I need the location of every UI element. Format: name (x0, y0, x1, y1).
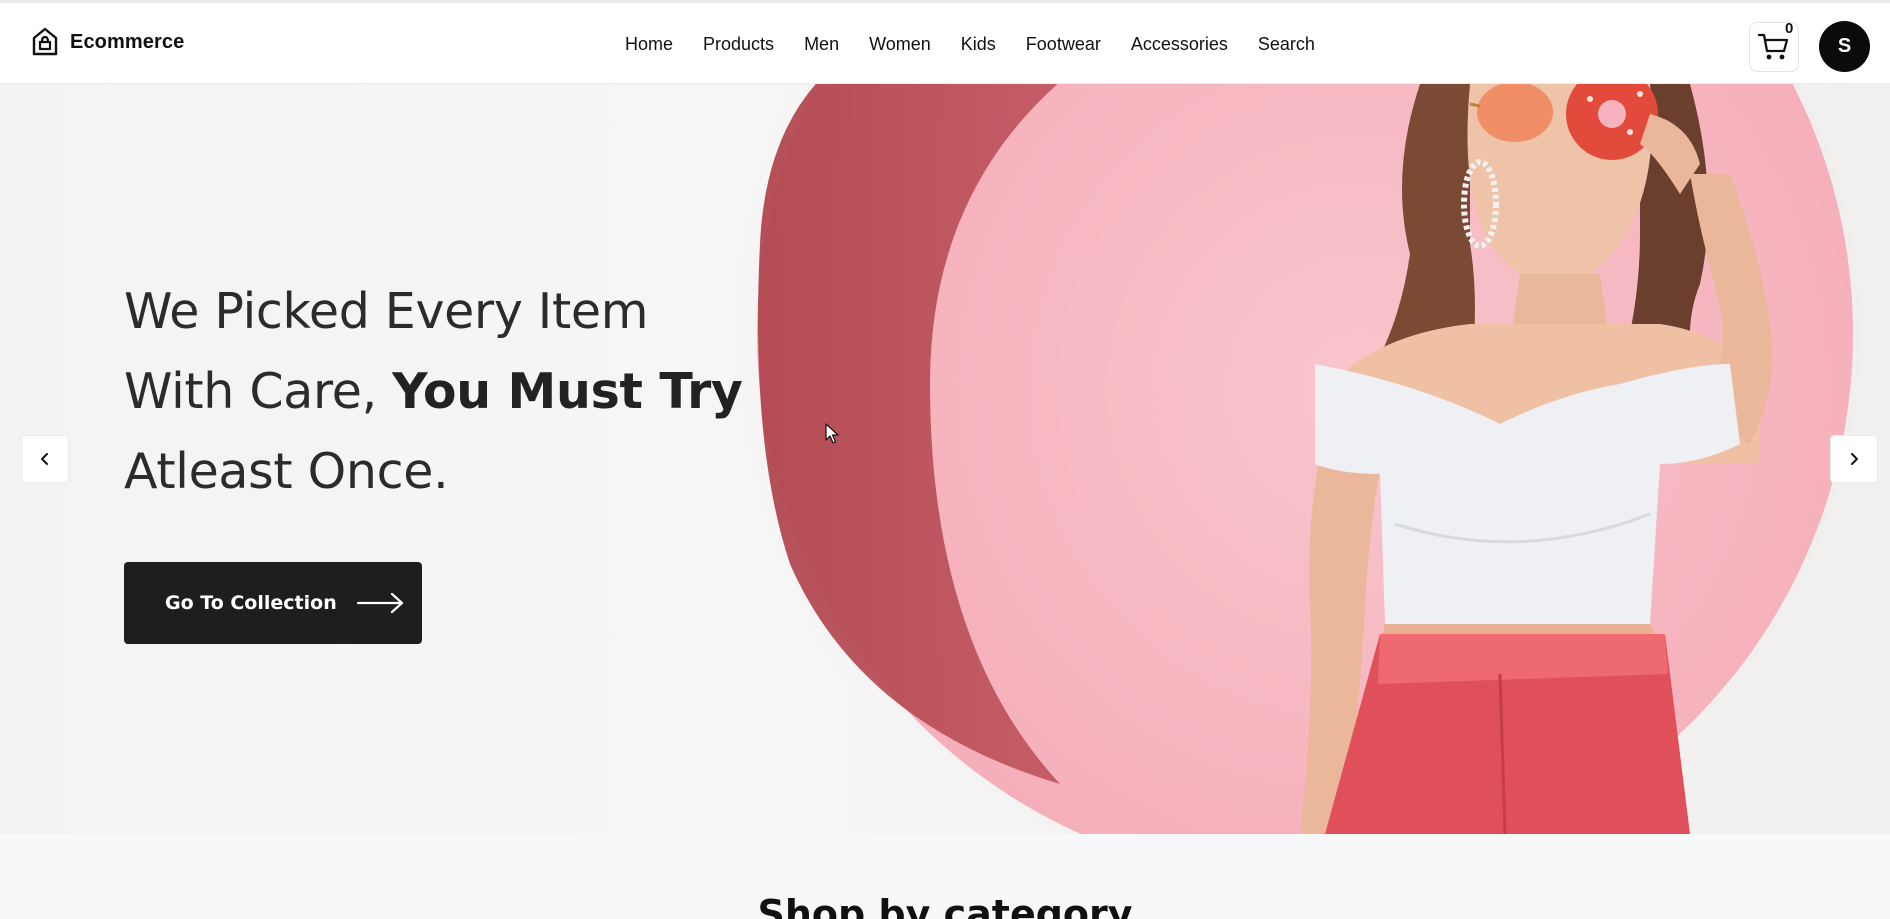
nav-item-search[interactable]: Search (1258, 33, 1315, 55)
nav-item-women[interactable]: Women (869, 33, 931, 55)
nav-item-home[interactable]: Home (625, 33, 673, 55)
hero-headline-line2-bold: You Must Try (392, 363, 743, 420)
user-avatar-button[interactable]: S (1819, 21, 1870, 72)
brand-logo-link[interactable]: Ecommerce (31, 27, 184, 57)
nav-item-accessories[interactable]: Accessories (1131, 33, 1228, 55)
hero-headline-line3: Atleast Once. (124, 443, 449, 500)
main-nav: Home Products Men Women Kids Footwear Ac… (625, 33, 1345, 55)
carousel-next-button[interactable] (1830, 435, 1878, 483)
brand-name: Ecommerce (70, 30, 185, 53)
site-header: Ecommerce Home Products Men Women Kids F… (0, 3, 1890, 84)
hero-carousel: We Picked Every Item With Care, You Must… (0, 84, 1890, 834)
nav-item-men[interactable]: Men (804, 33, 839, 55)
carousel-prev-button[interactable] (21, 435, 69, 483)
cta-label: Go To Collection (165, 592, 337, 614)
nav-item-footwear[interactable]: Footwear (1026, 33, 1101, 55)
nav-item-products[interactable]: Products (703, 33, 774, 55)
shop-by-category-section: Shop by category (0, 834, 1890, 919)
chevron-right-icon (1851, 453, 1858, 465)
hero-headline: We Picked Every Item With Care, You Must… (124, 272, 764, 512)
hero-headline-line1: We Picked Every Item (124, 283, 649, 340)
arrow-right-icon (356, 592, 403, 614)
go-to-collection-button[interactable]: Go To Collection (124, 562, 422, 644)
chevron-left-icon (41, 453, 48, 465)
hero-headline-line2-prefix: With Care, (124, 363, 393, 420)
shopping-bag-logo-icon (32, 27, 58, 56)
mouse-cursor-icon (825, 423, 839, 444)
nav-item-kids[interactable]: Kids (961, 33, 996, 55)
cart-count-badge: 0 (1785, 20, 1794, 37)
section-title: Shop by category (757, 892, 1133, 919)
